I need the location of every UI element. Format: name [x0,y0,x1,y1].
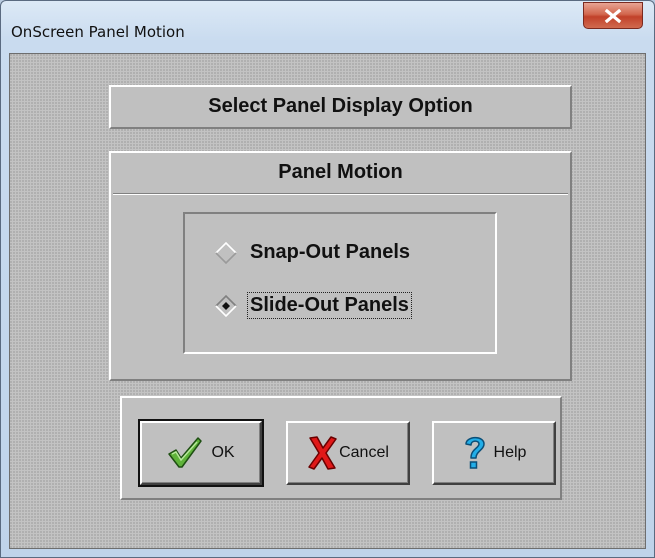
dialog-heading: Select Panel Display Option [208,95,473,117]
title-bar[interactable]: OnScreen Panel Motion [1,1,654,53]
window-title: OnScreen Panel Motion [11,23,185,41]
radio-option-snap-out[interactable]: Snap-Out Panels [213,239,413,266]
button-panel: OK Cancel Help [120,396,562,500]
radio-diamond-selected-icon[interactable] [213,293,239,319]
red-x-icon [307,435,337,471]
panel-motion-group: Panel Motion Snap-Out Panels Slide-Out P… [109,151,572,381]
radio-label-slide-out: Slide-Out Panels [247,292,412,319]
header-panel: Select Panel Display Option [109,85,572,129]
radio-diamond-icon[interactable] [213,240,239,266]
dialog-client-area: Select Panel Display Option Panel Motion… [9,53,646,549]
question-mark-icon [462,433,488,473]
ok-button[interactable]: OK [138,419,264,487]
checkmark-icon [167,436,203,470]
ok-label: OK [211,444,235,461]
close-button[interactable] [583,2,643,29]
dialog-window: OnScreen Panel Motion Select Panel Displ… [0,0,655,558]
group-divider [113,193,568,195]
cancel-button[interactable]: Cancel [286,421,410,485]
radio-label-snap-out: Snap-Out Panels [250,241,411,263]
group-title: Panel Motion [278,161,403,183]
radio-group: Snap-Out Panels Slide-Out Panels [183,212,497,354]
radio-option-slide-out[interactable]: Slide-Out Panels [213,292,412,319]
cancel-label: Cancel [339,444,389,461]
close-icon [604,8,622,23]
help-button[interactable]: Help [432,421,556,485]
help-label: Help [493,444,527,461]
